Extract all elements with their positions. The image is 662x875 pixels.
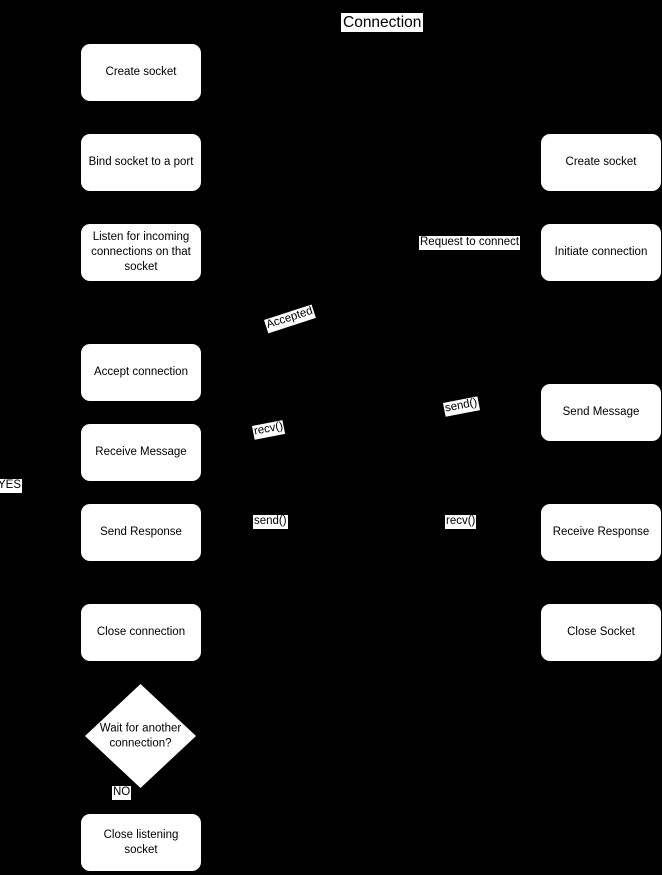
client-send-message-label: Send Message: [562, 406, 640, 419]
edge-label-no-branch: NO: [112, 786, 132, 800]
client-receive-response-label: Receive Response: [552, 526, 650, 539]
server-listen-label: Listen for incoming connections on that …: [91, 231, 191, 273]
client-initiate-connection[interactable]: Initiate connection: [541, 224, 661, 281]
client-initiate-connection-label: Initiate connection: [554, 246, 648, 259]
server-create-socket[interactable]: Create socket: [81, 44, 201, 101]
page-title: Connection: [341, 13, 424, 33]
server-close-listening-socket-label: Close listening socket: [103, 828, 179, 856]
server-close-listening-socket[interactable]: Close listening socket: [81, 814, 201, 871]
edge-label-send-upper: send(): [443, 396, 480, 417]
edge-label-accepted: Accepted: [264, 304, 316, 333]
server-receive-message[interactable]: Receive Message: [81, 424, 201, 481]
client-close-socket[interactable]: Close Socket: [541, 604, 661, 661]
server-listen[interactable]: Listen for incoming connections on that …: [81, 224, 201, 281]
server-receive-message-label: Receive Message: [95, 446, 187, 459]
server-accept-connection-label: Accept connection: [94, 366, 188, 379]
decision-diamond-shape: [85, 684, 196, 788]
edge-label-recv-upper: recv(): [252, 420, 286, 440]
server-send-response-label: Send Response: [100, 526, 182, 539]
wait-for-another-connection[interactable]: Wait for another connection?: [85, 684, 196, 788]
server-bind-socket[interactable]: Bind socket to a port: [81, 134, 201, 191]
edge-label-yes-branch: YES: [0, 479, 23, 493]
edge-label-recv-lower: recv(): [445, 515, 477, 529]
server-accept-connection[interactable]: Accept connection: [81, 344, 201, 401]
client-send-message[interactable]: Send Message: [541, 384, 661, 441]
edge-label-send-lower: send(): [253, 515, 288, 529]
client-create-socket-label: Create socket: [565, 156, 637, 169]
client-close-socket-label: Close Socket: [567, 626, 635, 639]
server-send-response[interactable]: Send Response: [81, 504, 201, 561]
flowchart-canvas: Connection Create socket Bind socket to a…: [0, 0, 662, 875]
server-close-connection-label: Close connection: [96, 626, 186, 639]
server-create-socket-label: Create socket: [105, 66, 177, 79]
client-create-socket[interactable]: Create socket: [541, 134, 661, 191]
server-bind-socket-label: Bind socket to a port: [88, 156, 194, 169]
server-close-connection[interactable]: Close connection: [81, 604, 201, 661]
edge-label-request-to-connect: Request to connect: [419, 236, 521, 250]
client-receive-response[interactable]: Receive Response: [541, 504, 661, 561]
